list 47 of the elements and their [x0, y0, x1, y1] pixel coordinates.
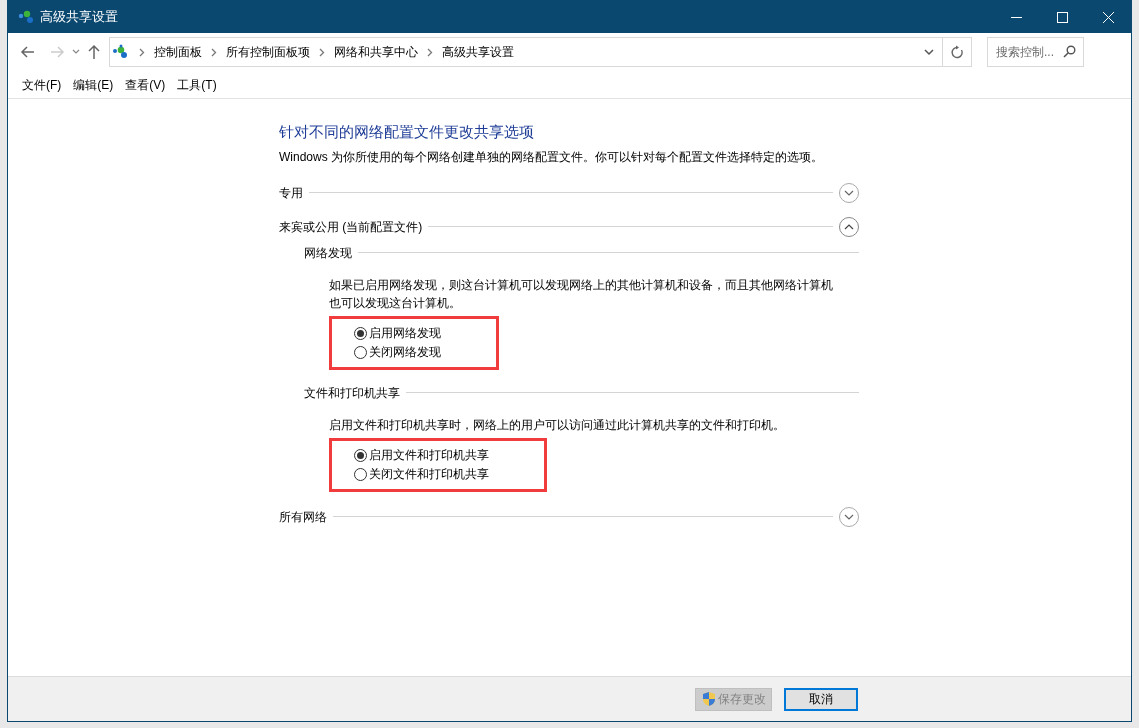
radio-label: 启用网络发现: [369, 325, 441, 342]
description-text: 启用文件和打印机共享时，网络上的用户可以访问通过此计算机共享的文件和打印机。: [329, 416, 786, 434]
radio-button[interactable]: [354, 448, 367, 462]
network-icon: [112, 44, 130, 60]
network-icon: [18, 10, 34, 24]
group-title: 文件和打印机共享: [304, 384, 400, 402]
maximize-icon: [1056, 11, 1068, 23]
chevron-down-icon: [844, 189, 854, 196]
radio-label: 启用文件和打印机共享: [369, 447, 489, 464]
search-field[interactable]: 搜索控制...: [987, 37, 1084, 67]
radio-button[interactable]: [354, 326, 367, 340]
cancel-button[interactable]: 取消: [784, 687, 858, 711]
description-text: 如果已启用网络发现，则这台计算机可以发现网络上的其他计算机和设备，而且其他网络计算机也可以发现这台计算机。: [329, 276, 834, 312]
up-icon[interactable]: [87, 44, 101, 60]
menu-item[interactable]: 文件(F): [18, 75, 66, 94]
chevron-icon: [211, 47, 217, 57]
shield-icon: [701, 691, 716, 707]
close-icon: [1102, 11, 1114, 23]
radio-button[interactable]: [354, 467, 367, 481]
dropdown-icon[interactable]: [924, 48, 934, 56]
section-header[interactable]: 专用: [279, 183, 303, 202]
radio-label: 关闭文件和打印机共享: [369, 466, 489, 483]
back-icon[interactable]: [20, 44, 36, 60]
breadcrumb-item[interactable]: 网络和共享中心: [334, 43, 418, 61]
intro-text: Windows 为你所使用的每个网络创建单独的网络配置文件。你可以针对每个配置文件选择特定的选项。: [279, 148, 824, 166]
radio-label: 关闭网络发现: [369, 344, 441, 361]
menu-item[interactable]: 工具(T): [173, 75, 221, 94]
breadcrumb-item[interactable]: 所有控制面板项: [226, 43, 310, 61]
chevron-icon: [139, 47, 145, 57]
menu-item[interactable]: 编辑(E): [69, 75, 118, 94]
history-dropdown-icon[interactable]: [72, 49, 80, 55]
breadcrumb-item[interactable]: 控制面板: [154, 43, 202, 61]
chevron-up-icon: [844, 223, 854, 230]
chevron-down-icon: [844, 513, 854, 520]
section-header[interactable]: 所有网络: [279, 507, 327, 526]
radio-button[interactable]: [354, 345, 367, 359]
chevron-icon: [319, 47, 325, 57]
menu-item[interactable]: 查看(V): [121, 75, 170, 94]
section-header[interactable]: 来宾或公用 (当前配置文件): [279, 217, 423, 236]
address-bar[interactable]: 控制面板 所有控制面板项 网络和共享中心 高级共享设置: [109, 37, 972, 67]
group-title: 网络发现: [304, 244, 352, 262]
breadcrumb-item[interactable]: 高级共享设置: [442, 43, 514, 61]
refresh-icon: [950, 45, 964, 59]
search-icon: [1063, 45, 1076, 58]
page-heading: 针对不同的网络配置文件更改共享选项: [279, 122, 535, 142]
window-title: 高级共享设置: [40, 8, 118, 27]
chevron-icon: [427, 47, 433, 57]
